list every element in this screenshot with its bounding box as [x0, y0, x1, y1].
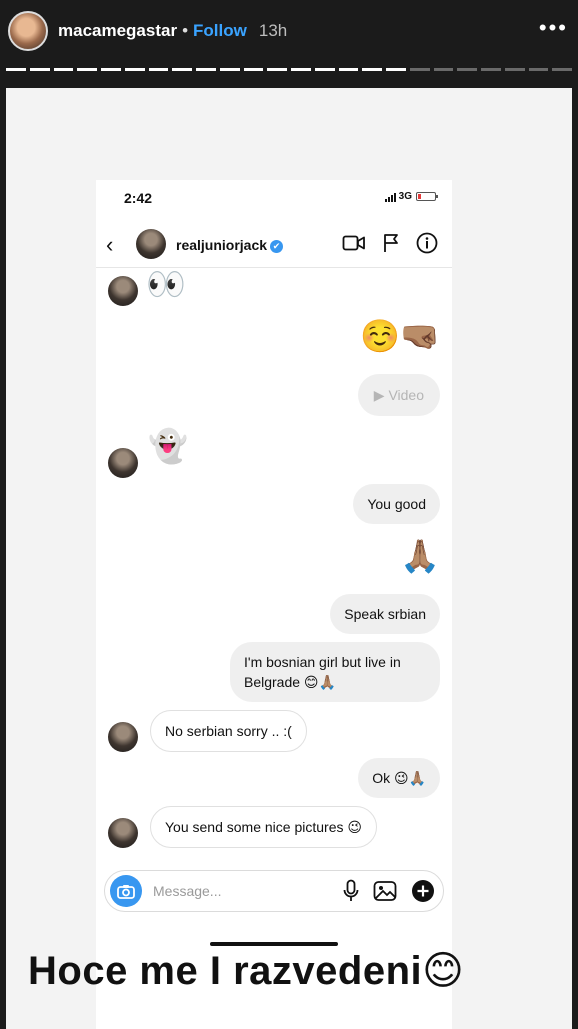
- video-message[interactable]: ▶ Video: [357, 374, 440, 416]
- message-line: Belgrade 😊🙏🏽: [244, 674, 336, 690]
- story-progress: [6, 68, 572, 71]
- gallery-icon[interactable]: [373, 880, 397, 902]
- progress-segment: [196, 68, 216, 71]
- signal-icon: [384, 192, 396, 202]
- network-label: 3G: [398, 191, 412, 202]
- progress-segment: [29, 68, 50, 71]
- phone-screenshot: 2:42 3G ‹ realjuniorjack ✔ 👀 ☺️🤜🏽 ▶ Vide…: [96, 180, 452, 1029]
- message-composer[interactable]: Message...: [104, 870, 444, 912]
- video-call-icon[interactable]: [342, 234, 366, 252]
- progress-segment: [386, 68, 406, 71]
- profile-avatar[interactable]: [8, 11, 48, 51]
- progress-segment: [528, 68, 549, 71]
- message-emoji[interactable]: ☺️🤜🏽: [360, 316, 440, 356]
- status-indicators: 3G: [384, 191, 438, 202]
- home-indicator: [210, 942, 338, 946]
- progress-segment: [243, 68, 264, 71]
- chat-username-text: realjuniorjack: [176, 237, 268, 253]
- message-bubble[interactable]: You good: [353, 484, 440, 524]
- story-caption: Hoce me I razvedeni😊: [28, 949, 465, 993]
- message-bubble[interactable]: You send some nice pictures 😉: [150, 806, 377, 848]
- battery-icon: [416, 192, 438, 201]
- progress-segment: [77, 68, 97, 71]
- progress-segment: [433, 68, 454, 71]
- progress-segment: [267, 68, 287, 71]
- progress-segment: [504, 68, 525, 71]
- progress-segment: [148, 68, 169, 71]
- progress-segment: [481, 68, 501, 71]
- sender-avatar: [108, 448, 138, 478]
- story-card: 2:42 3G ‹ realjuniorjack ✔ 👀 ☺️🤜🏽 ▶ Vide…: [6, 88, 572, 1029]
- progress-segment: [291, 68, 311, 71]
- progress-segment: [457, 68, 477, 71]
- more-horizontal-icon[interactable]: •••: [539, 17, 568, 39]
- story-time: 13h: [258, 21, 288, 40]
- progress-segment: [53, 68, 74, 71]
- message-emoji[interactable]: 👻: [148, 426, 188, 466]
- add-icon[interactable]: [411, 879, 435, 903]
- progress-segment: [338, 68, 359, 71]
- story-username[interactable]: macamegastar: [58, 21, 177, 41]
- back-icon[interactable]: ‹: [106, 232, 113, 258]
- story-header: macamegastar • Follow 13h •••: [0, 0, 578, 62]
- separator-dot: •: [182, 21, 189, 40]
- verified-icon: ✔: [270, 240, 284, 253]
- message-bubble[interactable]: No serbian sorry .. :(: [150, 710, 307, 752]
- message-input[interactable]: Message...: [153, 883, 221, 899]
- message-line: I'm bosnian girl but live in: [244, 654, 401, 670]
- message-emoji[interactable]: 👀: [146, 264, 186, 304]
- story-meta: macamegastar • Follow 13h: [58, 21, 287, 41]
- progress-segment: [314, 68, 335, 71]
- camera-icon[interactable]: [110, 875, 142, 907]
- progress-segment: [362, 68, 382, 71]
- progress-segment: [409, 68, 430, 71]
- sender-avatar: [108, 722, 138, 752]
- message-bubble[interactable]: I'm bosnian girl but live in Belgrade 😊🙏🏽: [230, 642, 440, 702]
- flag-icon[interactable]: [382, 233, 400, 253]
- progress-segment: [552, 68, 572, 71]
- chat-avatar[interactable]: [136, 229, 166, 259]
- sender-avatar: [108, 276, 138, 306]
- message-bubble[interactable]: Speak srbian: [330, 594, 440, 634]
- microphone-icon[interactable]: [343, 879, 359, 903]
- progress-segment: [6, 68, 26, 71]
- composer-actions: [343, 879, 435, 903]
- status-time: 2:42: [124, 190, 153, 206]
- info-icon[interactable]: [416, 232, 438, 254]
- sender-avatar: [108, 818, 138, 848]
- message-emoji[interactable]: 🙏🏽: [400, 536, 440, 576]
- chat-username[interactable]: realjuniorjack ✔: [176, 237, 284, 253]
- progress-segment: [219, 68, 240, 71]
- message-bubble[interactable]: Ok 😉🙏🏽: [358, 758, 440, 798]
- status-bar: 2:42 3G: [96, 180, 452, 214]
- chat-header-actions: [342, 232, 438, 254]
- progress-segment: [124, 68, 145, 71]
- chat-header: ‹ realjuniorjack ✔: [96, 224, 452, 268]
- progress-segment: [101, 68, 121, 71]
- follow-button[interactable]: Follow: [193, 21, 247, 41]
- progress-segment: [172, 68, 192, 71]
